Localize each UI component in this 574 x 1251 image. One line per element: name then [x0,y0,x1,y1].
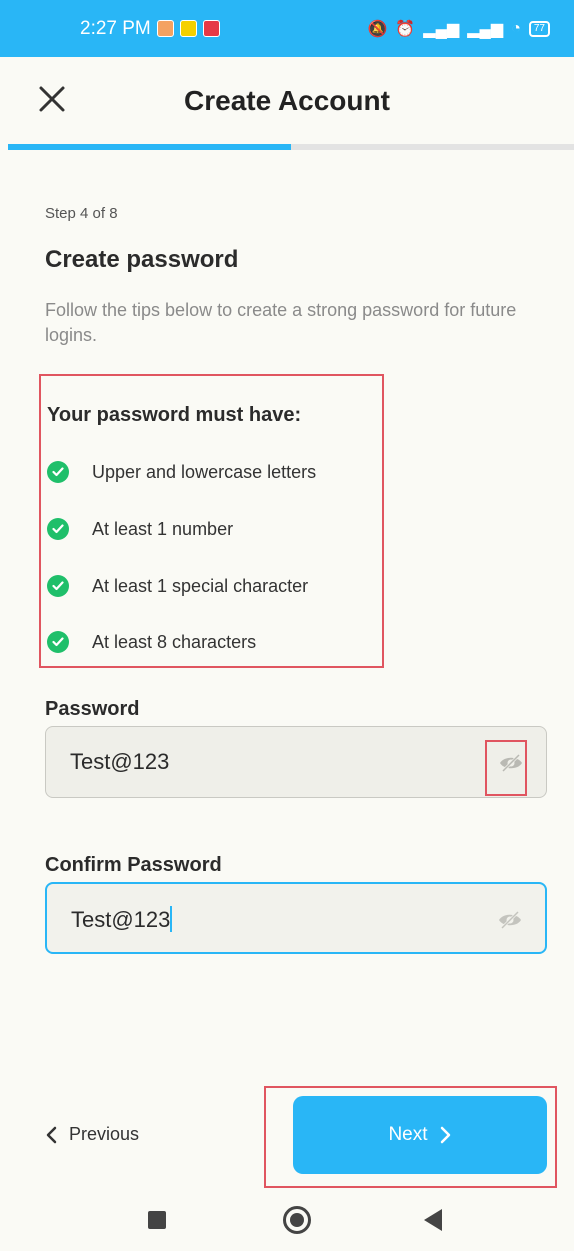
requirements-title: Your password must have: [47,404,302,426]
progress-bar [8,144,574,150]
confirm-password-field[interactable]: Test@123 [45,882,547,954]
text-caret [170,906,173,932]
alarm-icon: ⏰ [395,20,416,38]
back-button[interactable] [424,1209,442,1231]
requirement-label: At least 1 number [92,518,234,539]
home-icon [290,1213,304,1227]
check-circle-icon [47,461,69,483]
requirement-label: At least 8 characters [92,631,257,652]
page-title: Create password [45,246,239,273]
wifi-icon: ◔ [511,19,521,37]
next-button[interactable]: Next [293,1096,547,1174]
password-value: Test@123 [70,749,170,774]
status-bar: 2:27 PM 🔕 ⏰ ▂▄▆ ▂▄▆ ◔ 77 [0,0,574,57]
page-header-title: Create Account [184,85,390,116]
check-circle-icon [47,518,69,540]
check-circle-icon [47,575,69,597]
chevron-right-icon [440,1126,450,1144]
confirm-visibility-toggle[interactable] [497,909,523,931]
app-header: Create Account [0,57,574,147]
previous-button[interactable]: Previous [45,1124,139,1145]
page-description: Follow the tips below to create a strong… [45,300,517,345]
previous-label: Previous [69,1124,140,1144]
signal-icon: ▂▄▆ [423,20,460,38]
app-notification-icon [156,20,174,37]
confirm-password-text: Test@123 [71,907,171,932]
requirement-item: At least 8 characters [47,630,256,654]
requirement-label: At least 1 special character [92,575,309,596]
status-time: 2:27 PM [80,17,151,39]
home-button[interactable] [283,1206,311,1234]
create-account-screen: 2:27 PM 🔕 ⏰ ▂▄▆ ▂▄▆ ◔ 77 Create Account … [0,0,574,1251]
system-nav-bar [0,1190,574,1251]
check-circle-icon [47,631,69,653]
status-right: 🔕 ⏰ ▂▄▆ ▂▄▆ ◔ 77 [367,19,550,39]
mute-icon: 🔕 [367,20,388,38]
requirement-item: At least 1 special character [47,574,308,598]
confirm-password-value: Test@123 [71,906,173,933]
recents-button[interactable] [148,1211,166,1229]
password-field[interactable]: Test@123 [45,726,547,798]
eye-slash-icon [499,910,521,930]
confirm-password-label: Confirm Password [45,854,222,876]
chevron-left-icon [46,1126,57,1143]
password-label: Password [45,698,140,720]
status-left: 2:27 PM [80,18,220,40]
next-label: Next [388,1124,428,1145]
visibility-toggle-highlight [485,740,527,796]
requirement-item: Upper and lowercase letters [47,460,316,484]
app-notification-icon-2 [202,20,220,37]
snapchat-icon [179,20,197,37]
signal-icon-2: ▂▄▆ [467,20,504,38]
requirement-label: Upper and lowercase letters [92,461,317,482]
requirement-item: At least 1 number [47,517,233,541]
step-indicator: Step 4 of 8 [45,205,118,222]
progress-fill [8,144,291,150]
battery-icon: 77 [528,20,550,37]
requirements-box: Your password must have: Upper and lower… [39,374,384,668]
